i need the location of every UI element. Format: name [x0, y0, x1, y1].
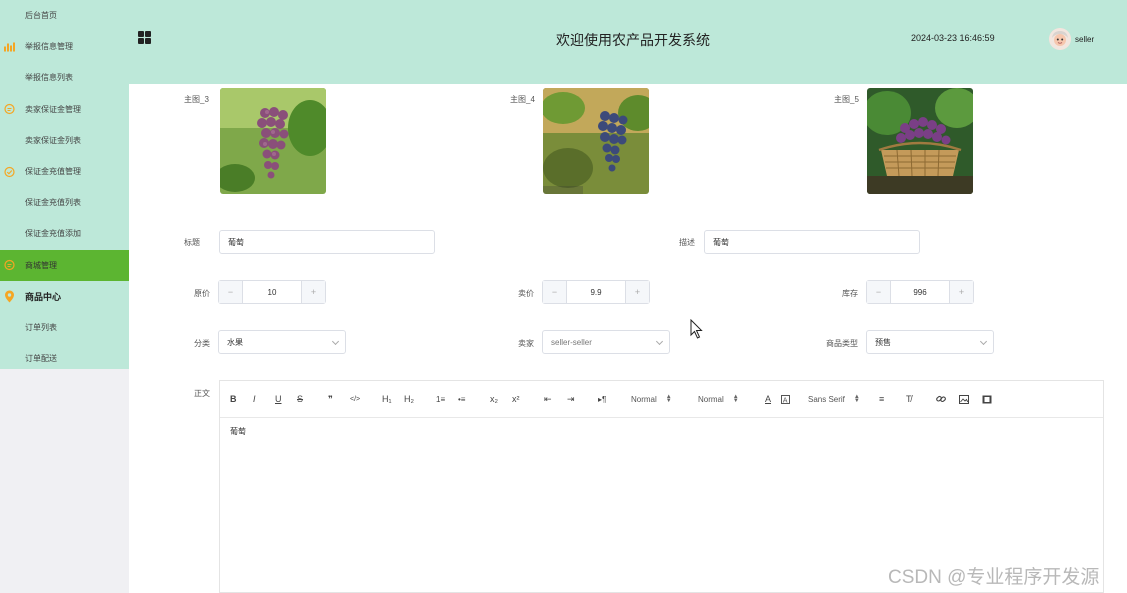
- chevron-down-icon: [331, 337, 340, 346]
- align-button[interactable]: ≡: [879, 392, 884, 406]
- code-block-button[interactable]: </>: [350, 392, 360, 406]
- outdent-button[interactable]: ⇤: [544, 392, 552, 406]
- subscript-button[interactable]: x₂: [490, 392, 498, 406]
- sidebar-item-seller-deposit-management[interactable]: 卖家保证金管理: [0, 94, 129, 125]
- superscript-button[interactable]: x²: [512, 392, 520, 406]
- image-4-label: 主图_4: [510, 95, 535, 104]
- original-price-increase-button[interactable]: +: [301, 281, 325, 303]
- sale-price-decrease-button[interactable]: −: [543, 281, 567, 303]
- original-price-stepper: − 10 +: [218, 280, 326, 304]
- updown-icon: ▲ ▼: [853, 394, 860, 404]
- header-datetime: 2024-03-23 16:46:59: [911, 33, 995, 43]
- stock-increase-button[interactable]: +: [949, 281, 973, 303]
- ordered-list-button[interactable]: 1≡: [436, 392, 445, 406]
- sidebar-item-seller-deposit-list[interactable]: 卖家保证金列表: [0, 125, 129, 156]
- sale-price-value[interactable]: 9.9: [567, 281, 625, 303]
- sale-price-stepper: − 9.9 +: [542, 280, 650, 304]
- bullet-list-button[interactable]: •≡: [458, 392, 465, 406]
- product-form: 主图_3 主图_4 主图_5 标题 葡萄 描述 葡萄 原价 − 10 + 卖价 …: [134, 84, 1127, 593]
- svg-text:A: A: [783, 396, 788, 404]
- product-image-4[interactable]: [543, 88, 649, 194]
- avatar[interactable]: [1049, 28, 1071, 50]
- watermark: CSDN @专业程序开发源: [888, 567, 1100, 588]
- category-label: 分类: [194, 339, 210, 348]
- page-title: 欢迎使用农产品开发系统: [556, 32, 710, 48]
- editor-toolbar: B I U S ❞ </> H₁ H₂ 1≡ •≡ x₂ x² ⇤ ⇥ ▸¶ N…: [220, 381, 1103, 418]
- location-pin-icon: [4, 290, 15, 303]
- strike-button[interactable]: S: [297, 392, 303, 406]
- title-input[interactable]: 葡萄: [219, 230, 435, 254]
- product-type-select[interactable]: 预售: [866, 330, 994, 354]
- sale-price-label: 卖价: [518, 289, 534, 298]
- sidebar-item-order-list[interactable]: 订单列表: [0, 312, 129, 343]
- category-select[interactable]: 水果: [218, 330, 346, 354]
- sale-price-increase-button[interactable]: +: [625, 281, 649, 303]
- editor-content[interactable]: 葡萄: [220, 418, 1103, 445]
- sidebar-item-deposit-recharge-add[interactable]: 保证金充值添加: [0, 218, 129, 249]
- chevron-down-icon: [979, 337, 988, 346]
- title-label: 标题: [184, 238, 200, 247]
- description-label: 描述: [679, 238, 695, 247]
- original-price-value[interactable]: 10: [243, 281, 301, 303]
- check-circle-icon: [4, 166, 15, 177]
- bar-chart-icon: [4, 41, 15, 52]
- updown-icon: ▲ ▼: [665, 394, 672, 404]
- stock-label: 库存: [842, 289, 858, 298]
- top-header: 欢迎使用农产品开发系统 2024-03-23 16:46:59 seller: [129, 0, 1127, 84]
- image-3-label: 主图_3: [184, 95, 209, 104]
- header-select[interactable]: Normal ▲ ▼: [698, 392, 739, 406]
- sidebar-item-deposit-recharge-management[interactable]: 保证金充值管理: [0, 156, 129, 187]
- bold-button[interactable]: B: [230, 392, 237, 406]
- blockquote-button[interactable]: ❞: [328, 392, 333, 406]
- header-2-button[interactable]: H₂: [404, 392, 414, 406]
- clean-format-button[interactable]: T̸: [906, 392, 912, 406]
- seller-select[interactable]: seller-seller: [542, 330, 670, 354]
- product-image-3[interactable]: [220, 88, 326, 194]
- background-color-icon[interactable]: A: [781, 392, 790, 406]
- category-selected-value: 水果: [227, 337, 243, 347]
- font-color-button[interactable]: A: [765, 392, 771, 406]
- underline-button[interactable]: U: [275, 392, 282, 406]
- sidebar: 后台首页 举报信息管理 举报信息列表 卖家保证金管理 卖家保证金列表 保证金充值…: [0, 0, 129, 593]
- video-icon[interactable]: [982, 392, 992, 406]
- link-icon[interactable]: [936, 392, 946, 406]
- seller-selected-value: seller-seller: [551, 337, 592, 347]
- font-family-select[interactable]: Sans Serif ▲ ▼: [808, 392, 860, 406]
- original-price-label: 原价: [194, 289, 210, 298]
- stock-value[interactable]: 996: [891, 281, 949, 303]
- size-select[interactable]: Normal ▲ ▼: [631, 392, 672, 406]
- image-5-label: 主图_5: [834, 95, 859, 104]
- chat-icon: [4, 259, 15, 271]
- image-icon[interactable]: [959, 392, 969, 406]
- product-type-selected-value: 预售: [875, 337, 891, 347]
- sidebar-item-home[interactable]: 后台首页: [0, 0, 129, 31]
- stock-stepper: − 996 +: [866, 280, 974, 304]
- sidebar-item-deposit-recharge-list[interactable]: 保证金充值列表: [0, 187, 129, 218]
- product-image-5[interactable]: [867, 88, 973, 194]
- menu-grid-icon[interactable]: [138, 31, 151, 44]
- description-input[interactable]: 葡萄: [704, 230, 920, 254]
- updown-icon: ▲ ▼: [732, 394, 739, 404]
- stock-decrease-button[interactable]: −: [867, 281, 891, 303]
- sidebar-item-order-delivery[interactable]: 订单配送: [0, 343, 129, 374]
- italic-button[interactable]: I: [253, 392, 256, 406]
- sidebar-item-report-management[interactable]: 举报信息管理: [0, 31, 129, 62]
- indent-button[interactable]: ⇥: [567, 392, 575, 406]
- sidebar-item-product-center[interactable]: 商品中心: [0, 281, 129, 312]
- sidebar-menu: 后台首页 举报信息管理 举报信息列表 卖家保证金管理 卖家保证金列表 保证金充值…: [0, 0, 129, 369]
- sidebar-item-mall-management[interactable]: 商城管理: [0, 249, 129, 281]
- header-1-button[interactable]: H₁: [382, 392, 392, 406]
- header-username[interactable]: seller: [1075, 35, 1094, 44]
- chat-icon: [4, 104, 15, 115]
- text-direction-button[interactable]: ▸¶: [598, 392, 606, 406]
- mouse-cursor-icon: [690, 318, 703, 341]
- original-price-decrease-button[interactable]: −: [219, 281, 243, 303]
- body-label: 正文: [194, 389, 210, 398]
- chevron-down-icon: [655, 337, 664, 346]
- product-type-label: 商品类型: [826, 339, 858, 348]
- sidebar-item-report-list[interactable]: 举报信息列表: [0, 62, 129, 93]
- seller-label: 卖家: [518, 339, 534, 348]
